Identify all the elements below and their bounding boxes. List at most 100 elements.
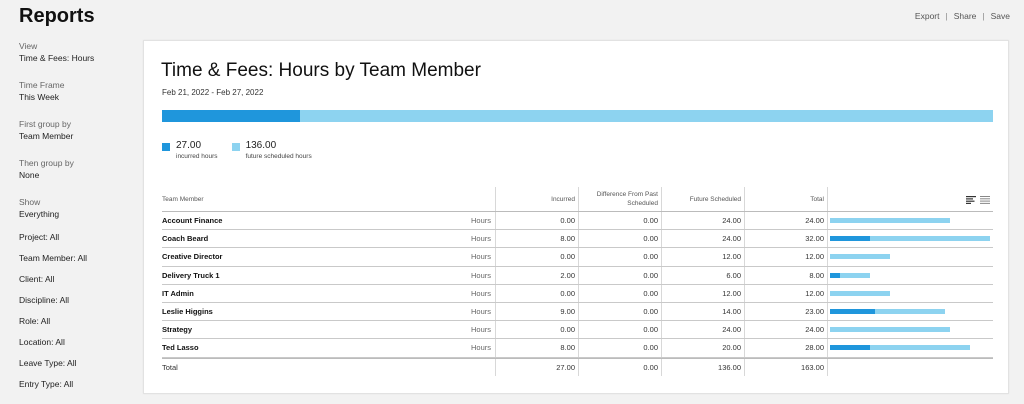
hours-bar-incurred (830, 272, 840, 278)
incurred-value: 9.00 (560, 307, 575, 317)
total-future-scheduled: 136.00 (718, 362, 741, 372)
column-divider (744, 284, 745, 302)
column-divider (661, 187, 662, 211)
filter-location[interactable]: Location: All (19, 336, 134, 349)
filter-discipline[interactable]: Discipline: All (19, 294, 134, 307)
list-view-icon[interactable] (980, 196, 990, 204)
legend-future: 136.00 future scheduled hours (231, 140, 312, 161)
filter-client[interactable]: Client: All (19, 273, 134, 286)
row-bar-chart (827, 285, 993, 302)
column-header-total[interactable]: Total (744, 187, 827, 211)
filter-role[interactable]: Role: All (19, 315, 134, 328)
column-divider (744, 358, 745, 376)
table-row[interactable]: Strategy Hours 0.00 0.00 24.00 24.00 (162, 321, 993, 340)
table-row[interactable]: Ted Lasso Hours 8.00 0.00 20.00 28.00 (162, 339, 993, 358)
column-divider (744, 248, 745, 266)
row-bar-chart (827, 248, 993, 265)
legend-incurred-value: 27.00 (176, 140, 202, 151)
sidebar-label: View (19, 41, 38, 51)
future-scheduled-value: 12.00 (722, 288, 741, 298)
column-divider (495, 284, 496, 302)
difference-value: 0.00 (643, 234, 658, 244)
row-bar-chart (827, 212, 993, 229)
filter-leave-type[interactable]: Leave Type: All (19, 357, 134, 370)
column-divider (578, 230, 579, 248)
show-selector[interactable]: Everything (19, 208, 134, 221)
column-divider (661, 284, 662, 302)
team-member-name[interactable]: Coach Beard (162, 230, 412, 247)
legend-incurred-label: incurred hours (176, 153, 218, 160)
incurred-value: 0.00 (560, 288, 575, 298)
table-row[interactable]: Leslie Higgins Hours 9.00 0.00 14.00 23.00 (162, 302, 993, 322)
column-divider (578, 284, 579, 302)
total-incurred: 27.00 (556, 362, 575, 372)
save-link[interactable]: Save (991, 11, 1010, 21)
team-member-name[interactable]: Delivery Truck 1 (162, 267, 412, 284)
future-scheduled-value: 20.00 (722, 343, 741, 353)
total-difference: 0.00 (643, 362, 658, 372)
table-row[interactable]: Delivery Truck 1 Hours 2.00 0.00 6.00 8.00 (162, 266, 993, 285)
legend-future-label: future scheduled hours (245, 153, 312, 160)
hours-bar (830, 290, 890, 296)
share-link[interactable]: Share (954, 11, 977, 21)
hours-bar-future (840, 272, 870, 278)
unit-label: Hours (470, 307, 491, 317)
sidebar-label: Show (19, 197, 41, 207)
total-row: Total 27.00 0.00 136.00 163.00 (162, 357, 993, 376)
team-member-name[interactable]: Ted Lasso (162, 339, 412, 356)
incurred-value: 8.00 (560, 234, 575, 244)
export-link[interactable]: Export (915, 11, 940, 21)
report-title: Time & Fees: Hours by Team Member (161, 60, 481, 81)
bar-view-icon[interactable] (966, 196, 976, 204)
filter-entry-type[interactable]: Entry Type: All (19, 378, 134, 391)
column-header-team-member[interactable]: Team Member (162, 187, 412, 211)
column-divider (744, 302, 745, 321)
report-table: Team Member Incurred Difference From Pas… (162, 187, 993, 376)
total-value: 12.00 (805, 288, 824, 298)
sidebar-group-first-group: First group by Team Member (19, 118, 134, 143)
filter-project[interactable]: Project: All (19, 231, 134, 244)
column-header-difference[interactable]: Difference From Past Scheduled (578, 187, 661, 211)
view-selector[interactable]: Time & Fees: Hours (19, 52, 134, 65)
table-row[interactable]: Coach Beard Hours 8.00 0.00 24.00 32.00 (162, 230, 993, 249)
sidebar: View Time & Fees: Hours Time Frame This … (19, 40, 134, 399)
unit-label: Hours (470, 234, 491, 244)
unit-label: Hours (470, 343, 491, 353)
table-row[interactable]: IT Admin Hours 0.00 0.00 12.00 12.00 (162, 284, 993, 303)
hours-bar (830, 327, 950, 333)
column-header-incurred[interactable]: Incurred (495, 187, 578, 211)
team-member-name[interactable]: IT Admin (162, 285, 412, 302)
table-row[interactable]: Creative Director Hours 0.00 0.00 12.00 12.00 (162, 248, 993, 267)
summary-bar-incurred (162, 110, 300, 122)
table-row[interactable]: Account Finance Hours 0.00 0.00 24.00 24.00 (162, 212, 993, 231)
total-value: 8.00 (809, 270, 824, 280)
incurred-value: 0.00 (560, 252, 575, 262)
table-body: Account Finance Hours 0.00 0.00 24.00 24.00 Co… (162, 212, 993, 376)
hours-bar-incurred (830, 308, 875, 314)
column-divider (827, 321, 828, 339)
team-member-name[interactable]: Account Finance (162, 212, 412, 229)
column-header-future-scheduled[interactable]: Future Scheduled (661, 187, 744, 211)
column-divider (578, 302, 579, 321)
row-bar-chart (827, 339, 993, 356)
unit-label: Hours (470, 252, 491, 262)
hours-bar-future (830, 290, 890, 296)
column-header-chart (827, 187, 993, 211)
first-group-selector[interactable]: Team Member (19, 130, 134, 143)
hours-bar-future (875, 308, 945, 314)
time-frame-selector[interactable]: This Week (19, 91, 134, 104)
team-member-name[interactable]: Leslie Higgins (162, 303, 412, 320)
then-group-selector[interactable]: None (19, 169, 134, 182)
filter-team-member[interactable]: Team Member: All (19, 252, 134, 265)
team-member-name[interactable]: Strategy (162, 321, 412, 338)
difference-value: 0.00 (643, 270, 658, 280)
row-bar-chart (827, 321, 993, 338)
column-divider (827, 302, 828, 321)
future-scheduled-value: 24.00 (722, 325, 741, 335)
column-divider (578, 321, 579, 339)
incurred-value: 2.00 (560, 270, 575, 280)
team-member-name[interactable]: Creative Director (162, 248, 412, 265)
difference-value: 0.00 (643, 288, 658, 298)
column-divider (495, 302, 496, 321)
separator: | (945, 11, 948, 21)
